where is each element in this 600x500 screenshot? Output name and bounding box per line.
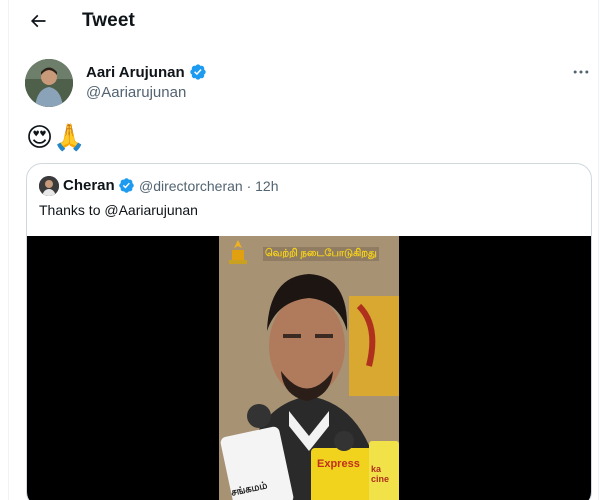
author-name-row[interactable]: Aari Arujunan — [86, 63, 207, 81]
author-handle[interactable]: @Aariarujunan — [86, 84, 186, 101]
avatar[interactable] — [25, 59, 73, 107]
right-divider — [598, 0, 599, 500]
more-horizontal-icon — [573, 70, 589, 74]
verified-badge-icon — [189, 64, 206, 80]
author-name[interactable]: Aari Arujunan — [86, 64, 185, 81]
back-button[interactable] — [23, 6, 53, 36]
video-scene — [219, 236, 399, 500]
page-title: Tweet — [82, 10, 135, 31]
mic-label: ka cine — [371, 464, 390, 484]
quoted-avatar — [39, 176, 59, 196]
left-divider — [8, 0, 9, 500]
video-frame[interactable]: வெற்றி நடைபோடுகிறது சங்கமம் Express ka c… — [219, 236, 399, 500]
quoted-text: Thanks to @Aariarujunan — [39, 202, 198, 218]
more-options-button[interactable] — [566, 60, 596, 84]
arrow-left-icon — [30, 14, 46, 28]
profile-photo-icon — [39, 176, 59, 196]
quoted-handle-time: @directorcheran · 12h — [139, 178, 279, 194]
video-player[interactable]: வெற்றி நடைபோடுகிறது சங்கமம் Express ka c… — [27, 236, 591, 500]
tweet-text: 😍🙏 — [26, 122, 86, 152]
quoted-tweet[interactable]: Cheran @directorcheran · 12h Thanks to @… — [26, 163, 592, 500]
page-header: Tweet — [9, 0, 598, 42]
mic-label: Express — [317, 458, 360, 470]
video-caption: வெற்றி நடைபோடுகிறது — [263, 247, 379, 261]
channel-logo-icon — [229, 240, 247, 264]
quoted-author-name: Cheran — [63, 177, 115, 194]
quoted-name-row: Cheran — [63, 177, 135, 194]
profile-photo-icon — [25, 59, 73, 107]
verified-badge-icon — [118, 178, 134, 193]
